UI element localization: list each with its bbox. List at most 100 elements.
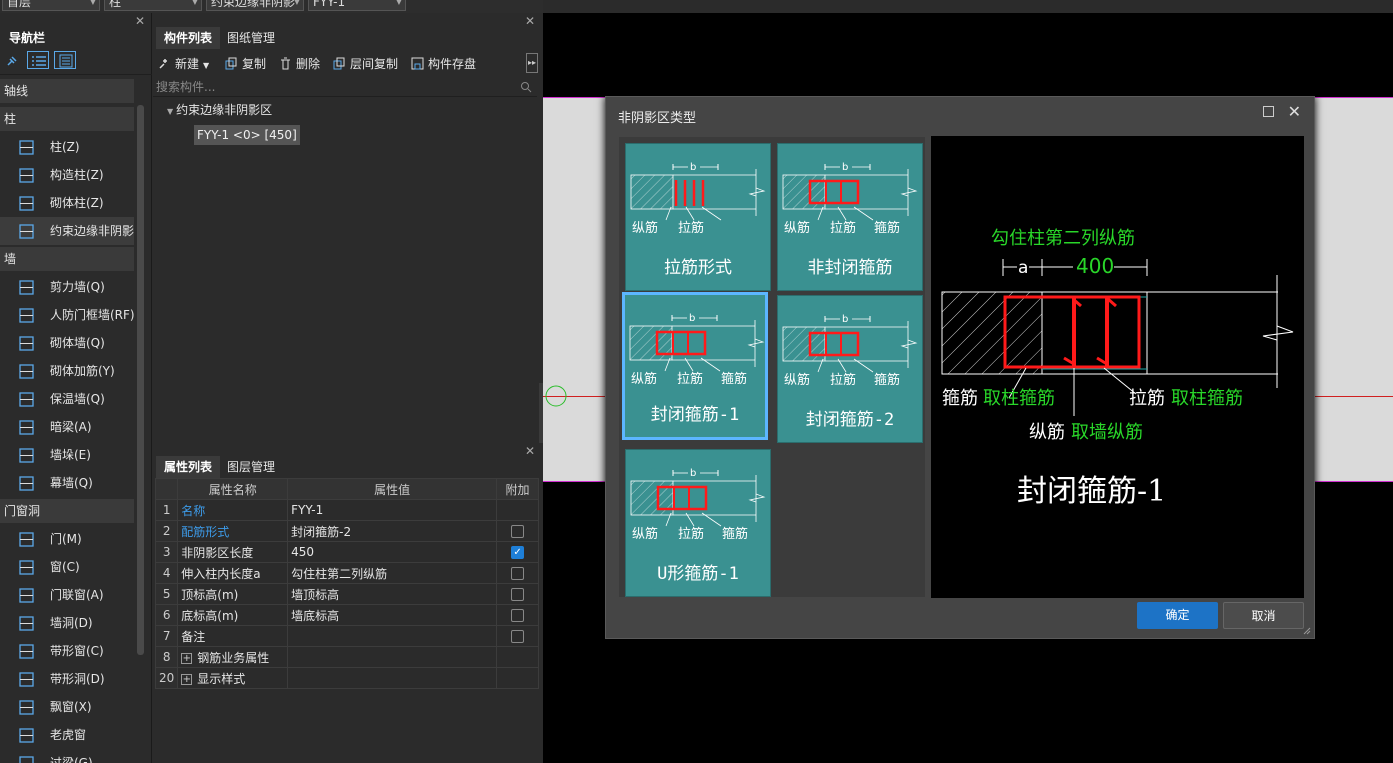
table-row[interactable]: 5 顶标高(m) 墙顶标高 (154, 583, 539, 605)
row-num: 6 (154, 604, 179, 626)
search-icon[interactable] (520, 81, 532, 93)
close-icon[interactable]: ✕ (1288, 102, 1301, 121)
floor-select[interactable]: 首层 ▼ (2, 0, 100, 11)
tree-node-fyy1[interactable]: FYY-1 <0> [450] (194, 125, 300, 145)
category-axis[interactable]: 轴线 (0, 79, 134, 103)
table-row[interactable]: 4 伸入柱内长度a 勾住柱第二列纵筋 (154, 562, 539, 584)
dialog-title: 非阴影区类型 (618, 111, 697, 126)
ok-button[interactable]: 确定 (1137, 602, 1218, 629)
detail-view-icon[interactable] (54, 51, 76, 69)
tree-node-parent[interactable]: ▼ 约束边缘非阴影区 (167, 101, 272, 118)
delete-button[interactable]: 删除 (279, 55, 320, 73)
table-row[interactable]: 1 名称 FYY-1 (154, 499, 539, 521)
sidebar-item-dormer[interactable]: 老虎窗 (0, 721, 134, 749)
sidebar-item-label: 门联窗(A) (50, 588, 104, 602)
prop-value-cell[interactable]: FYY-1 (287, 499, 498, 521)
sidebar-item-wall-hole[interactable]: 墙洞(D) (0, 609, 134, 637)
save-component-button[interactable]: 构件存盘 (411, 55, 476, 73)
type-option-3[interactable]: b 纵筋 拉筋 箍筋 封闭箍筋-1 (622, 292, 768, 440)
nav-panel: ✕ 导航栏 轴线 柱 墙 门窗洞 柱(Z) 构造柱(Z) 砌体柱(Z) 约束边缘非阴影… (0, 13, 152, 763)
prop-value-cell[interactable]: 墙顶标高 (287, 583, 498, 605)
type-option-1[interactable]: b 纵筋 拉筋 拉筋形式 (625, 143, 771, 291)
close-icon[interactable]: ✕ (135, 14, 145, 28)
expand-icon[interactable]: + (181, 652, 193, 664)
sidebar-item-construct-column[interactable]: 构造柱(Z) (0, 161, 134, 189)
attach-checkbox[interactable]: ✓ (511, 546, 525, 559)
attach-checkbox[interactable] (511, 630, 525, 643)
sidebar-item-masonry-column[interactable]: 砌体柱(Z) (0, 189, 134, 217)
sidebar-item-door-window[interactable]: 门联窗(A) (0, 581, 134, 609)
sidebar-item-door[interactable]: 门(M) (0, 525, 134, 553)
tab-drawing-manage[interactable]: 图纸管理 (219, 27, 283, 49)
axis-marker-icon (545, 385, 567, 407)
sidebar-item-civil-defense-wall[interactable]: 人防门框墙(RF) (0, 301, 134, 329)
sidebar-item-bay-window[interactable]: 飘窗(X) (0, 693, 134, 721)
list-view-icon[interactable] (27, 51, 49, 69)
prop-value-cell[interactable] (287, 625, 498, 647)
component-select[interactable]: FYY-1 ▼ (308, 0, 406, 11)
wall-hole-icon (19, 616, 34, 631)
attach-checkbox[interactable] (511, 525, 525, 538)
type-option-2[interactable]: b 纵筋 拉筋 箍筋 非封闭箍筋 (777, 143, 923, 291)
table-row[interactable]: 8 + 钢筋业务属性 (154, 646, 539, 668)
table-row[interactable]: 2 配筋形式 封闭箍筋-2 (154, 520, 539, 542)
insulation-wall-icon (19, 392, 34, 407)
category-door-window[interactable]: 门窗洞 (0, 499, 134, 523)
sidebar-item-strip-hole[interactable]: 带形洞(D) (0, 665, 134, 693)
sidebar-item-curtain-wall[interactable]: 幕墙(Q) (0, 469, 134, 497)
prop-name-cell: 底标高(m) (177, 604, 289, 626)
type-option-4[interactable]: b 纵筋 拉筋 箍筋 封闭箍筋-2 (777, 295, 923, 443)
table-row[interactable]: 20 + 显示样式 (154, 667, 539, 689)
prop-name-cell: 顶标高(m) (177, 583, 289, 605)
tab-layer-manage[interactable]: 图层管理 (219, 456, 283, 478)
subtype-select[interactable]: 约束边缘非阴影 ▼ (206, 0, 304, 11)
type-select[interactable]: 柱 ▼ (104, 0, 202, 11)
prop-value-cell[interactable]: 勾住柱第二列纵筋 (287, 562, 498, 584)
expand-icon[interactable]: + (181, 673, 193, 685)
close-icon[interactable]: ✕ (525, 14, 535, 28)
prop-name: 名称 (181, 503, 206, 518)
tab-component-list[interactable]: 构件列表 (156, 27, 221, 49)
sidebar-item-insulation-wall[interactable]: 保温墙(Q) (0, 385, 134, 413)
sidebar-item-masonry-rebar[interactable]: 砌体加筋(Y) (0, 357, 134, 385)
strip-window-icon (19, 644, 34, 659)
sidebar-item-label: 剪力墙(Q) (50, 280, 105, 294)
prop-value-cell[interactable]: 450 (287, 541, 498, 563)
attach-checkbox[interactable] (511, 567, 525, 580)
sidebar-item-hidden-beam[interactable]: 暗梁(A) (0, 413, 134, 441)
tab-property-list[interactable]: 属性列表 (156, 456, 221, 478)
sidebar-item-strip-window[interactable]: 带形窗(C) (0, 637, 134, 665)
close-icon[interactable]: ✕ (525, 444, 535, 458)
category-wall[interactable]: 墙 (0, 247, 134, 271)
sidebar-item-wall-pier[interactable]: 墙垛(E) (0, 441, 134, 469)
search-input[interactable]: 搜索构件... (153, 77, 537, 97)
table-row[interactable]: 6 底标高(m) 墙底标高 (154, 604, 539, 626)
toolbar-overflow-icon[interactable]: ▸▸ (526, 53, 538, 73)
sidebar-item-constraint-edge[interactable]: 约束边缘非阴影 (0, 217, 134, 245)
category-column[interactable]: 柱 (0, 107, 134, 131)
sidebar-item-lintel[interactable]: 过梁(G) (0, 749, 134, 763)
prop-value-cell[interactable]: 墙底标高 (287, 604, 498, 626)
prop-name-cell: 备注 (177, 625, 289, 647)
sidebar-item-masonry-wall[interactable]: 砌体墙(Q) (0, 329, 134, 357)
table-row[interactable]: 7 备注 (154, 625, 539, 647)
table-row[interactable]: 3 非阴影区长度 450 ✓ (154, 541, 539, 563)
prop-value-cell[interactable] (287, 646, 498, 668)
resize-grip-icon[interactable] (1303, 627, 1311, 635)
sidebar-item-window[interactable]: 窗(C) (0, 553, 134, 581)
nav-scrollbar[interactable] (137, 105, 144, 655)
attach-checkbox[interactable] (511, 588, 525, 601)
floor-copy-button[interactable]: 层间复制 (333, 55, 398, 73)
new-button[interactable]: 新建 ▼ (158, 55, 209, 73)
type-option-5[interactable]: b 纵筋 拉筋 箍筋 U形箍筋-1 (625, 449, 771, 597)
prop-value-cell[interactable] (287, 667, 498, 689)
maximize-icon[interactable] (1263, 106, 1274, 117)
sidebar-item-shear-wall[interactable]: 剪力墙(Q) (0, 273, 134, 301)
expand-icon[interactable]: ▼ (167, 107, 173, 116)
pin-icon[interactable] (6, 55, 18, 67)
attach-checkbox[interactable] (511, 609, 525, 622)
cancel-button[interactable]: 取消 (1223, 602, 1304, 629)
copy-button[interactable]: 复制 (225, 55, 266, 73)
sidebar-item-column[interactable]: 柱(Z) (0, 133, 134, 161)
prop-value-cell[interactable]: 封闭箍筋-2 (287, 520, 498, 542)
